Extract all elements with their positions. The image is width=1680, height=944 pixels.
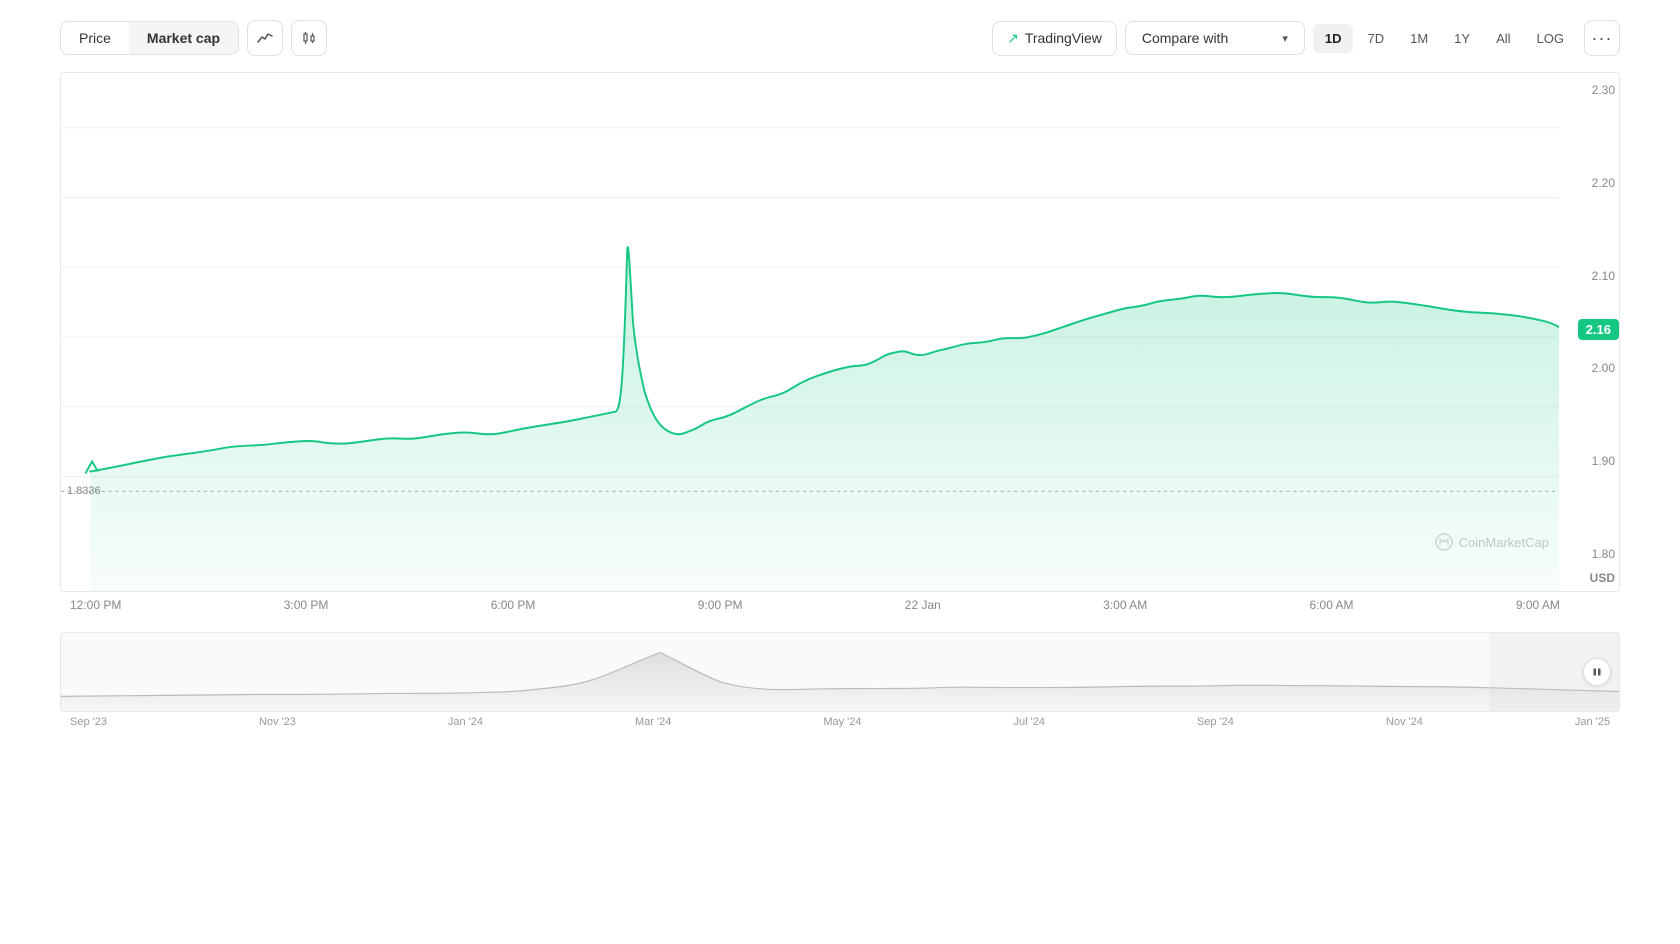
tradingview-button[interactable]: ↗ TradingView — [992, 21, 1117, 56]
price-button[interactable]: Price — [61, 22, 129, 54]
mini-x-sep23: Sep '23 — [70, 716, 107, 728]
candlestick-button[interactable] — [291, 20, 327, 56]
cmc-logo-icon — [1435, 533, 1453, 551]
x-label-1200pm: 12:00 PM — [70, 598, 121, 612]
time-1d-button[interactable]: 1D — [1313, 24, 1354, 53]
usd-label: USD — [1590, 571, 1615, 585]
time-log-button[interactable]: LOG — [1525, 24, 1576, 53]
mini-x-sep24: Sep '24 — [1197, 716, 1234, 728]
line-chart-button[interactable] — [247, 20, 283, 56]
pause-button[interactable] — [1583, 658, 1611, 686]
chevron-down-icon: ▾ — [1282, 32, 1288, 45]
mini-x-mar24: Mar '24 — [635, 716, 671, 728]
y-label-180: 1.80 — [1561, 547, 1619, 561]
mini-x-nov24: Nov '24 — [1386, 716, 1423, 728]
candlestick-icon — [301, 30, 317, 46]
y-label-210: 2.10 — [1561, 269, 1619, 283]
pause-icon — [1592, 667, 1602, 677]
mini-chart — [60, 632, 1620, 712]
x-label-900am: 9:00 AM — [1516, 598, 1560, 612]
y-label-230: 2.30 — [1561, 83, 1619, 97]
x-label-900pm: 9:00 PM — [698, 598, 743, 612]
time-1y-button[interactable]: 1Y — [1442, 24, 1482, 53]
mini-chart-wrapper: Sep '23 Nov '23 Jan '24 Mar '24 May '24 … — [60, 624, 1620, 728]
watermark-text: CoinMarketCap — [1459, 535, 1549, 550]
mini-x-nov23: Nov '23 — [259, 716, 296, 728]
mini-x-may24: May '24 — [823, 716, 861, 728]
chart-svg — [61, 73, 1559, 591]
mini-x-axis: Sep '23 Nov '23 Jan '24 Mar '24 May '24 … — [60, 712, 1620, 728]
time-1m-button[interactable]: 1M — [1398, 24, 1440, 53]
tradingview-label: TradingView — [1025, 30, 1102, 46]
x-label-600am: 6:00 AM — [1310, 598, 1354, 612]
min-price-label: 1.8336 — [67, 485, 101, 497]
time-7d-button[interactable]: 7D — [1355, 24, 1396, 53]
tradingview-icon: ↗ — [1007, 30, 1019, 47]
x-label-22jan: 22 Jan — [905, 598, 941, 612]
main-chart: 2.30 2.20 2.10 2.00 1.90 1.80 USD 2.16 1… — [60, 72, 1620, 592]
x-label-300pm: 3:00 PM — [284, 598, 329, 612]
compare-dropdown[interactable]: Compare with ▾ — [1125, 21, 1305, 55]
y-label-220: 2.20 — [1561, 176, 1619, 190]
current-price-badge: 2.16 — [1578, 319, 1619, 340]
mini-chart-svg — [61, 633, 1619, 711]
chart-wrapper: 2.30 2.20 2.10 2.00 1.90 1.80 USD 2.16 1… — [60, 72, 1620, 924]
x-label-600pm: 6:00 PM — [491, 598, 536, 612]
view-toggle: Price Market cap — [60, 21, 239, 55]
mini-x-jan24: Jan '24 — [448, 716, 483, 728]
time-range-group: 1D 7D 1M 1Y All LOG — [1313, 24, 1576, 53]
y-label-190: 1.90 — [1561, 454, 1619, 468]
coinmarketcap-watermark: CoinMarketCap — [1435, 533, 1549, 551]
chart-toolbar: Price Market cap ↗ TradingView Compare w… — [60, 20, 1620, 56]
line-chart-icon — [257, 30, 273, 46]
x-axis: 12:00 PM 3:00 PM 6:00 PM 9:00 PM 22 Jan … — [60, 592, 1620, 612]
more-icon: ··· — [1592, 28, 1613, 49]
mini-x-jan25: Jan '25 — [1575, 716, 1610, 728]
time-all-button[interactable]: All — [1484, 24, 1522, 53]
x-label-300am: 3:00 AM — [1103, 598, 1147, 612]
mini-x-jul24: Jul '24 — [1014, 716, 1045, 728]
y-label-200: 2.00 — [1561, 361, 1619, 375]
market-cap-button[interactable]: Market cap — [129, 22, 238, 54]
compare-label: Compare with — [1142, 30, 1228, 46]
more-options-button[interactable]: ··· — [1584, 20, 1620, 56]
